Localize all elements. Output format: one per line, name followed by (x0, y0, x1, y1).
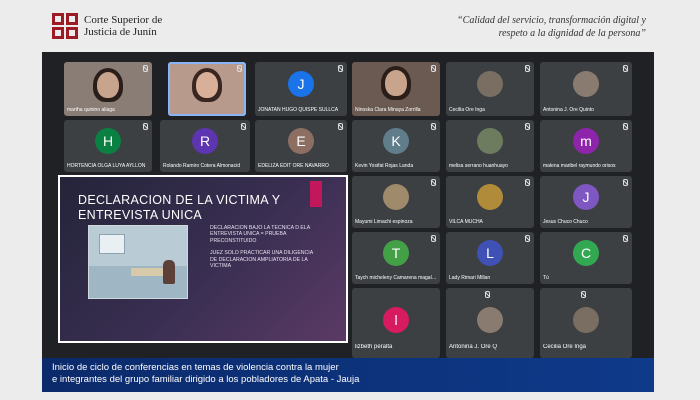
mic-off-icon (524, 235, 530, 242)
avatar (477, 183, 503, 210)
mic-off-icon (430, 123, 436, 130)
interview-room-image (88, 225, 188, 299)
avatar: m (573, 127, 599, 154)
participant-tile[interactable]: Ninoska Clara Minaya Zorrilla (352, 62, 440, 116)
slide-bullets: DECLARACION BAJO LA TECNICA D ELA ENTREV… (210, 225, 320, 275)
participant-name: Lady Rimari Millan (449, 275, 491, 281)
participant-tile[interactable]: m malena maribel raymundo orisos (540, 120, 632, 172)
avatar: H (95, 127, 121, 154)
org-name-line2: Justicia de Junín (84, 26, 157, 38)
avatar: l (383, 306, 409, 333)
mic-off-icon (337, 123, 343, 130)
mic-off-icon (524, 65, 530, 72)
participant-tile[interactable]: L Lady Rimari Millan (446, 232, 534, 284)
participant-tile[interactable]: T Taych micheleny Camarena magallanes (352, 232, 440, 284)
avatar: L (477, 239, 503, 266)
participant-tile[interactable]: Cecilia Ore Inga (540, 288, 632, 358)
motto: “Calidad del servicio, transformación di… (426, 14, 646, 40)
mic-off-icon (622, 65, 628, 72)
mic-off-icon (430, 235, 436, 242)
mic-off-icon (622, 179, 628, 186)
participant-tile[interactable]: Mayumi Limachi espinoza (352, 176, 440, 228)
participant-tile[interactable]: Antonina J. Ore Quinto (540, 62, 632, 116)
participant-name: lizbeth peralta (355, 344, 393, 350)
mic-off-icon (240, 123, 246, 130)
participant-tile[interactable]: l lizbeth peralta (352, 288, 440, 358)
participant-tile[interactable]: J Jesus Chuco Chuco (540, 176, 632, 228)
participant-tile[interactable]: J JONATAN HUGO QUISPE SULLCA (255, 62, 347, 116)
participant-tile[interactable]: R Rolando Ramiro Cotera Almonacid (160, 120, 250, 172)
caption-line2: e integrantes del grupo familiar dirigid… (52, 374, 360, 385)
participant-name: Mayumi Limachi espinoza (355, 219, 413, 225)
court-logo (52, 13, 80, 39)
participant-name: Jesus Chuco Chuco (543, 219, 588, 225)
motto-line1: “Calidad del servicio, transformación di… (457, 15, 646, 26)
org-name-line1: Corte Superior de (84, 14, 163, 26)
mic-off-icon (622, 123, 628, 130)
mic-off-icon (524, 179, 530, 186)
participant-tile[interactable]: C Tú (540, 232, 632, 284)
participant-name: EDELIZA EDIT ORE NAVARRO (258, 163, 329, 169)
slide-bullet: JUEZ SOLO PRACTICAR UNA DILIGENCIA DE DE… (210, 250, 313, 270)
mic-off-icon (484, 291, 490, 298)
mic-off-icon (430, 65, 436, 72)
participant-tile[interactable]: VILCA MUCHA (446, 176, 534, 228)
participant-name: Taych micheleny Camarena magallanes (355, 275, 437, 281)
mic-off-icon (236, 65, 242, 72)
participant-name: Tú (543, 275, 549, 281)
participant-name: VILCA MUCHA (449, 219, 483, 225)
slide-title: DECLARACION DE LA VICTIMA Y ENTREVISTA U… (78, 193, 298, 223)
participant-name: Ninoska Clara Minaya Zorrilla (355, 107, 421, 113)
participant-name: Rolando Ramiro Cotera Almonacid (163, 163, 240, 169)
mic-off-icon (524, 123, 530, 130)
slide-bullet: DECLARACION BAJO LA TECNICA D ELA ENTREV… (210, 225, 310, 244)
participant-name: Cecilia Ore Inga (543, 344, 587, 350)
avatar (573, 306, 599, 333)
avatar: J (288, 70, 314, 97)
caption-line1: Inicio de ciclo de conferencias en temas… (52, 362, 339, 373)
mic-off-icon (580, 291, 586, 298)
avatar (383, 183, 409, 210)
avatar (477, 70, 503, 97)
participant-tile[interactable]: H HORTENCIA OLGA LUYA AYLLON (64, 120, 152, 172)
participant-tile[interactable]: K Kevin Yosifat Rojas Landa (352, 120, 440, 172)
participant-name: Kevin Yosifat Rojas Landa (355, 163, 414, 169)
page-header: Corte Superior de Justicia de Junín “Cal… (0, 0, 700, 50)
participant-name: HORTENCIA OLGA LUYA AYLLON (67, 163, 146, 169)
participant-name: malena maribel raymundo orisos (543, 163, 616, 169)
participant-tile[interactable]: martha quinino aliaga (64, 62, 152, 116)
participant-tile[interactable]: Antonina J. Ore Q (446, 288, 534, 358)
participant-name: Cecilia Ore Inga (449, 107, 485, 113)
slide-title-line2: ENTREVISTA UNICA (78, 208, 203, 222)
slide-accent-bar (310, 181, 322, 207)
avatar: J (573, 183, 599, 210)
participant-tile[interactable]: E EDELIZA EDIT ORE NAVARRO (255, 120, 347, 172)
participant-name: Antonina J. Ore Q (449, 344, 498, 350)
shared-presentation: DECLARACION DE LA VICTIMA Y ENTREVISTA U… (58, 175, 348, 343)
avatar: T (383, 239, 409, 266)
participant-tile[interactable]: Cecilia Ore Inga (446, 62, 534, 116)
avatar: K (383, 127, 409, 154)
mic-off-icon (430, 179, 436, 186)
avatar (477, 306, 503, 333)
avatar: E (288, 127, 314, 154)
mic-off-icon (142, 123, 148, 130)
avatar: C (573, 239, 599, 266)
participant-tile[interactable] (168, 62, 246, 116)
participant-tile[interactable]: melisa serrano huanhuayo (446, 120, 534, 172)
mic-off-icon (337, 65, 343, 72)
participant-name: JONATAN HUGO QUISPE SULLCA (258, 107, 339, 113)
participant-name: Antonina J. Ore Quinto (543, 107, 594, 113)
avatar: R (192, 127, 218, 154)
mic-off-icon (622, 235, 628, 242)
org-name: Corte Superior de Justicia de Junín (84, 14, 162, 38)
participant-name: martha quinino aliaga (67, 107, 115, 113)
avatar (573, 70, 599, 97)
event-caption: Inicio de ciclo de conferencias en temas… (42, 358, 654, 392)
participant-name: melisa serrano huanhuayo (449, 163, 508, 169)
slide-title-line1: DECLARACION DE LA VICTIMA Y (78, 193, 281, 207)
avatar (477, 127, 503, 154)
motto-line2: respeto a la dignidad de la persona” (498, 28, 646, 39)
mic-off-icon (142, 65, 148, 72)
